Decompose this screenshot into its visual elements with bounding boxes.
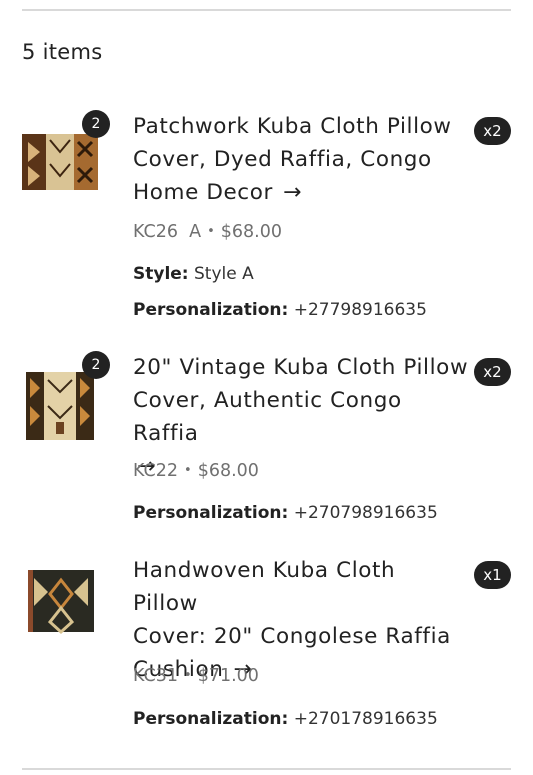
title-line: Patchwork Kuba Cloth Pillow [133,114,452,139]
item-price: $68.00 [220,222,283,242]
item-meta: KC31 • $71.00 [133,666,259,686]
title-line: Handwoven Kuba Cloth Pillow [133,558,396,616]
item-meta: KC26 A • $68.00 [133,222,282,242]
item-sku: KC22 [133,461,179,481]
quantity-pill: x2 [474,117,511,145]
product-image[interactable] [20,366,100,446]
personalization-label: Personalization: [133,709,289,729]
item-personalization: Personalization: +270798916635 [133,503,438,523]
personalization-value: +270798916635 [293,503,438,523]
quantity-pill: x1 [474,561,511,589]
items-count: 5 items [22,40,103,64]
personalization-label: Personalization: [133,503,289,523]
item-price: $71.00 [197,666,259,686]
personalization-value: +27798916635 [293,300,427,320]
item-personalization: Personalization: +270178916635 [133,709,438,729]
item-meta: KC22 • $68.00 [133,461,259,481]
quantity-badge: 2 [82,110,110,138]
style-label: Style: [133,264,189,284]
title-line: Cover, Dyed Raffia, Congo [133,147,432,172]
item-title-link[interactable]: Patchwork Kuba Cloth Pillow Cover, Dyed … [133,110,463,209]
personalization-value: +270178916635 [293,709,438,729]
item-sku: KC31 [133,666,179,686]
style-value: Style A [194,264,254,284]
title-line: Home Decor [133,180,273,205]
item-sku: KC26 A [133,222,202,242]
title-line: 20" Vintage Kuba Cloth Pillow [133,355,469,380]
separator-dot: • [184,463,192,478]
quantity-pill: x2 [474,358,511,386]
personalization-label: Personalization: [133,300,289,320]
top-divider [22,9,511,11]
product-image[interactable] [20,560,100,640]
title-line: Cover: 20" Congolese Raffia [133,624,451,649]
arrow-right-icon: → [282,180,302,205]
item-price: $68.00 [197,461,259,481]
separator-dot: • [184,668,192,683]
title-line: Cover, Authentic Congo Raffia [133,388,402,446]
item-personalization: Personalization: +27798916635 [133,300,427,320]
bottom-divider [22,768,511,770]
quantity-badge: 2 [82,351,110,379]
separator-dot: • [207,224,215,239]
item-style: Style: Style A [133,264,254,284]
